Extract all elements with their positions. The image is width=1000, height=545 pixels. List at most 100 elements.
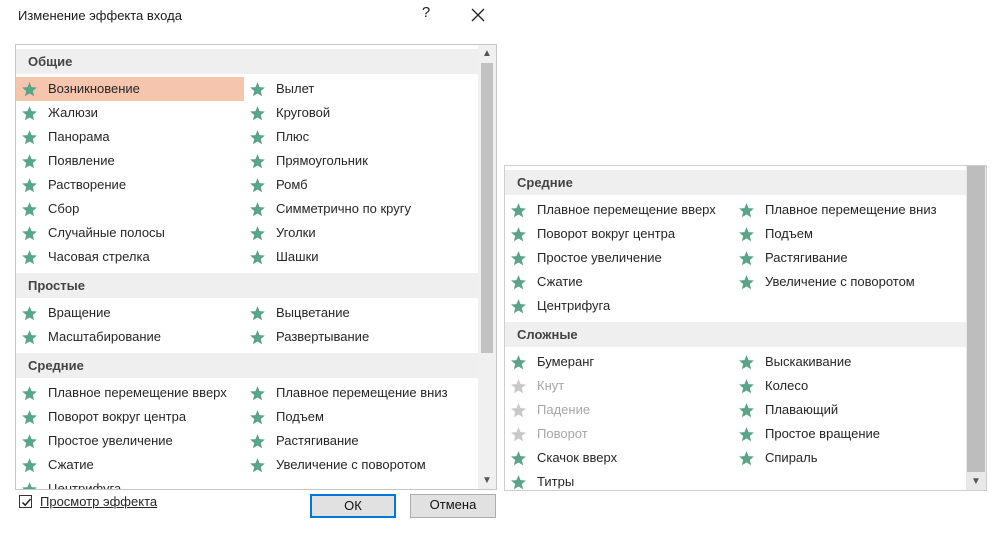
effect-item[interactable]: Уголки [244, 221, 474, 245]
effect-item[interactable]: Появление [16, 149, 244, 173]
effect-item[interactable]: Сжатие [505, 270, 733, 294]
effect-item[interactable]: Растягивание [733, 246, 963, 270]
effect-item[interactable]: Выскакивание [733, 350, 963, 374]
change-entrance-effect-dialog: Изменение эффекта входа ? Общие Возникнов… [0, 0, 505, 528]
effect-item[interactable]: Вылет [244, 77, 474, 101]
effect-item[interactable]: Увеличение с поворотом [733, 270, 963, 294]
scroll-up-icon[interactable]: ▲ [478, 45, 496, 62]
star-icon [22, 153, 37, 168]
effect-item-label: Вылет [276, 81, 315, 96]
effect-item[interactable]: Бумеранг [505, 350, 733, 374]
effect-item-label: Простое увеличение [537, 250, 662, 265]
effect-item[interactable]: Увеличение с поворотом [244, 453, 474, 477]
effect-item[interactable]: Прямоугольник [244, 149, 474, 173]
effect-item[interactable]: Простое увеличение [505, 246, 733, 270]
effect-item[interactable]: Плюс [244, 125, 474, 149]
effect-item-label: Спираль [765, 450, 818, 465]
star-icon [739, 250, 754, 265]
close-button[interactable] [466, 3, 490, 27]
effect-item[interactable]: Сжатие [16, 453, 244, 477]
scroll-thumb[interactable] [481, 63, 493, 353]
scroll-down-icon[interactable]: ▼ [478, 472, 496, 489]
effects-scrollbar[interactable]: ▲ ▼ [478, 45, 496, 489]
star-icon [22, 201, 37, 216]
star-icon [22, 385, 37, 400]
star-icon [511, 450, 526, 465]
preview-effect-checkbox[interactable] [19, 495, 32, 508]
effect-item[interactable]: Поворот вокруг центра [505, 222, 733, 246]
effect-item[interactable]: Подъем [733, 222, 963, 246]
effect-item[interactable]: Возникновение [16, 77, 244, 101]
effect-item[interactable]: Панорама [16, 125, 244, 149]
effect-item-label: Выцветание [276, 305, 350, 320]
effect-item-label: Поворот вокруг центра [537, 226, 676, 241]
effect-item-label: Кнут [537, 378, 565, 393]
effect-item[interactable]: Круговой [244, 101, 474, 125]
effect-item[interactable]: Случайные полосы [16, 221, 244, 245]
scroll-thumb[interactable] [967, 166, 985, 472]
star-icon [739, 450, 754, 465]
effect-item-label: Часовая стрелка [48, 249, 150, 264]
effect-item-label: Уголки [276, 225, 316, 240]
star-icon [22, 329, 37, 344]
effect-item[interactable]: Колесо [733, 374, 963, 398]
effect-item[interactable]: Скачок вверх [505, 446, 733, 470]
effect-item[interactable]: Спираль [733, 446, 963, 470]
star-icon [511, 354, 526, 369]
star-icon [739, 202, 754, 217]
ok-button[interactable]: ОК [310, 494, 396, 518]
effect-item: Кнут [505, 374, 733, 398]
effects-listbox[interactable]: Общие Возникновение Вылет Жалюзи Круговой Пан… [15, 44, 497, 490]
effect-item[interactable]: Развертывание [244, 325, 474, 349]
effect-item[interactable]: Шашки [244, 245, 474, 269]
close-icon [471, 8, 485, 22]
star-icon [511, 298, 526, 313]
effect-item-label: Случайные полосы [48, 225, 165, 240]
effect-item[interactable]: Поворот вокруг центра [16, 405, 244, 429]
effect-item[interactable]: Центрифуга [505, 294, 733, 318]
effect-item[interactable]: Простое увеличение [16, 429, 244, 453]
scroll-down-icon[interactable]: ▼ [966, 473, 986, 490]
help-button[interactable]: ? [416, 4, 436, 26]
effect-item[interactable]: Масштабирование [16, 325, 244, 349]
effect-item[interactable]: Растворение [16, 173, 244, 197]
effect-item[interactable]: Растягивание [244, 429, 474, 453]
effect-item[interactable]: Плавное перемещение вверх [16, 381, 244, 405]
effect-item-label: Сбор [48, 201, 80, 216]
effect-item-label: Возникновение [48, 81, 140, 96]
effect-item-label: Подъем [765, 226, 813, 241]
group-header: Сложные [505, 322, 966, 347]
star-icon [250, 409, 265, 424]
effect-item[interactable]: Подъем [244, 405, 474, 429]
effects-scrollbar-scrolled[interactable]: ▼ [966, 166, 986, 490]
star-icon [511, 250, 526, 265]
cancel-button[interactable]: Отмена [410, 494, 496, 518]
effect-item[interactable]: Часовая стрелка [16, 245, 244, 269]
star-icon [22, 249, 37, 264]
effect-item[interactable]: Плавное перемещение вверх [505, 198, 733, 222]
preview-effect-checkbox-row[interactable]: Просмотр эффекта [19, 494, 157, 509]
effect-item[interactable]: Вращение [16, 301, 244, 325]
effect-item[interactable]: Ромб [244, 173, 474, 197]
effect-item[interactable]: Плавающий [733, 398, 963, 422]
effect-item[interactable]: Симметрично по кругу [244, 197, 474, 221]
effect-item[interactable]: Выцветание [244, 301, 474, 325]
effects-list-scrolled: Средние Плавное перемещение вверх Плавное … [505, 166, 966, 490]
effect-item[interactable]: Титры [505, 470, 733, 490]
effect-item-label: Падение [537, 402, 591, 417]
effects-listbox-scrolled[interactable]: Средние Плавное перемещение вверх Плавное … [504, 165, 987, 491]
effect-item[interactable]: Сбор [16, 197, 244, 221]
star-icon [250, 305, 265, 320]
effect-item[interactable]: Плавное перемещение вниз [244, 381, 474, 405]
star-icon [250, 105, 265, 120]
star-icon [250, 81, 265, 96]
star-icon [511, 202, 526, 217]
effect-item[interactable]: Центрифуга [16, 477, 244, 489]
effect-item-label: Поворот вокруг центра [48, 409, 187, 424]
group-header: Средние [16, 353, 478, 378]
effect-item[interactable]: Жалюзи [16, 101, 244, 125]
effect-item[interactable]: Плавное перемещение вниз [733, 198, 963, 222]
effect-item[interactable]: Простое вращение [733, 422, 963, 446]
effect-grid: Возникновение Вылет Жалюзи Круговой Панорама… [16, 77, 478, 269]
effect-item-label: Простое вращение [765, 426, 881, 441]
